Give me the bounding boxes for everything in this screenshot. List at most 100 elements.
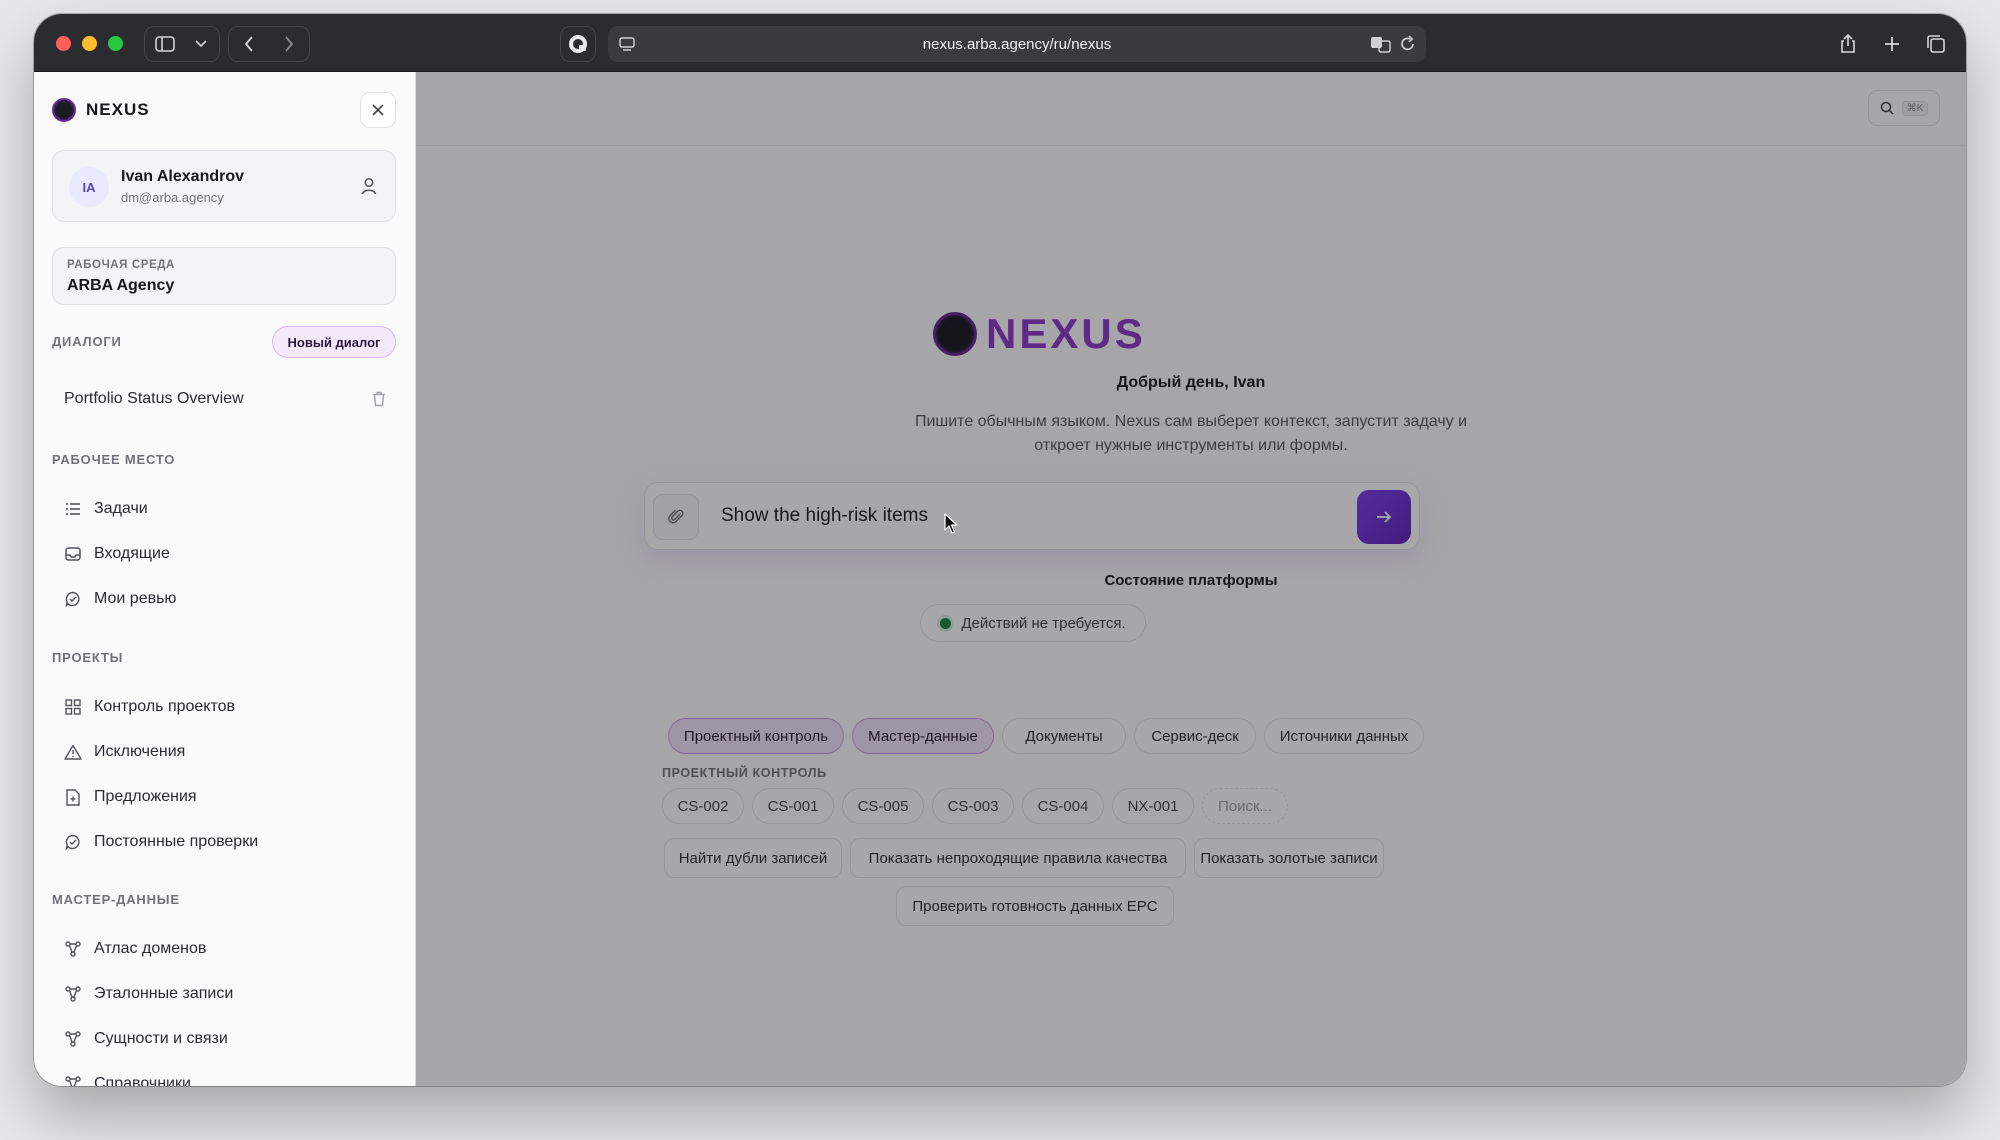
sidebar-item-proposals[interactable]: Предложения: [64, 780, 396, 814]
master-data-section-title: МАСТЕР-ДАННЫЕ: [52, 892, 180, 907]
page-settings-icon[interactable]: [618, 35, 636, 58]
action-failing-quality-rules[interactable]: Показать непроходящие правила качества: [850, 838, 1186, 878]
action-epc-readiness[interactable]: Проверить готовность данных EPC: [896, 886, 1174, 926]
list-icon: [64, 500, 82, 518]
sidebar-item-references[interactable]: Справочники: [64, 1067, 396, 1086]
sidebar-item-label: Контроль проектов: [94, 698, 236, 715]
dialog-item[interactable]: Portfolio Status Overview: [64, 384, 396, 414]
trash-icon[interactable]: [372, 391, 386, 407]
sidebar-item-project-control[interactable]: Контроль проектов: [64, 690, 396, 724]
prompt-composer[interactable]: Show the high-risk items: [644, 482, 1420, 550]
new-tab-button[interactable]: [1872, 26, 1912, 62]
category-chip-data-sources[interactable]: Источники данных: [1264, 718, 1424, 754]
close-icon: [372, 104, 384, 116]
graph-icon: [64, 940, 82, 958]
nexus-logo-icon: [52, 98, 76, 122]
sidebar-item-label: Исключения: [94, 743, 186, 760]
share-button[interactable]: [1828, 26, 1868, 62]
workplace-section-title: РАБОЧЕЕ МЕСТО: [52, 452, 176, 467]
workspace-value: ARBA Agency: [67, 277, 175, 294]
address-bar[interactable]: nexus.arba.agency/ru/nexus: [608, 26, 1426, 62]
sidebar-item-label: Входящие: [94, 545, 170, 562]
tab-overview-button[interactable]: [1916, 26, 1956, 62]
hint-line: Пишите обычным языком. Nexus сам выберет…: [914, 413, 1468, 430]
hint-text: Пишите обычным языком. Nexus сам выберет…: [726, 410, 1656, 458]
project-code-chip[interactable]: NX-001: [1112, 788, 1194, 824]
key-lock-icon: [569, 35, 587, 53]
project-code-chip[interactable]: CS-003: [932, 788, 1014, 824]
main-topbar: ⌘K: [416, 72, 1966, 146]
plus-icon: [1885, 37, 1899, 51]
paperclip-icon: [668, 509, 684, 524]
send-button[interactable]: [1357, 490, 1411, 544]
global-search-button[interactable]: ⌘K: [1868, 90, 1940, 126]
zoom-window-button[interactable]: [108, 36, 123, 51]
sidebar-item-domain-atlas[interactable]: Атлас доменов: [64, 932, 396, 966]
projects-section-title: ПРОЕКТЫ: [52, 650, 124, 665]
sidebar-item-reviews[interactable]: Мои ревью: [64, 582, 396, 616]
user-icon[interactable]: [361, 177, 377, 195]
minimize-window-button[interactable]: [82, 36, 97, 51]
close-window-button[interactable]: [56, 36, 71, 51]
file-plus-icon: [64, 788, 82, 806]
password-manager-button[interactable]: [560, 26, 596, 62]
close-sidebar-button[interactable]: [360, 92, 396, 128]
brand-name: NEXUS: [86, 100, 150, 119]
address-actions: [1370, 35, 1416, 53]
graph-icon: [64, 1075, 82, 1086]
new-dialog-button[interactable]: Новый диалог: [272, 326, 396, 358]
mouse-cursor-icon: [944, 513, 958, 534]
back-button[interactable]: [229, 26, 269, 62]
chat-check-icon: [64, 590, 82, 608]
arrow-right-icon: [1377, 511, 1392, 523]
sidebar-item-label: Задачи: [94, 500, 148, 517]
sidebar-item-standing-checks[interactable]: Постоянные проверки: [64, 825, 396, 859]
reload-icon[interactable]: [1400, 35, 1416, 53]
project-code-chip[interactable]: CS-004: [1022, 788, 1104, 824]
user-email: dm@arba.agency: [121, 190, 224, 205]
status-ok-icon: [940, 617, 952, 629]
tab-groups-dropdown[interactable]: [185, 26, 217, 62]
sidebar-item-entities[interactable]: Сущности и связи: [64, 1022, 396, 1056]
forward-button[interactable]: [269, 26, 309, 62]
workspace-selector[interactable]: РАБОЧАЯ СРЕДА ARBA Agency: [52, 247, 396, 305]
project-code-chip[interactable]: CS-002: [662, 788, 744, 824]
sidebar-item-tasks[interactable]: Задачи: [64, 492, 396, 526]
dialogs-section-title: ДИАЛОГИ: [52, 334, 122, 349]
category-chip-documents[interactable]: Документы: [1002, 718, 1126, 754]
sidebar-item-label: Эталонные записи: [94, 985, 234, 1002]
translate-icon[interactable]: [1370, 35, 1392, 53]
sidebar-item-label: Мои ревью: [94, 590, 177, 607]
sidebar-item-exceptions[interactable]: Исключения: [64, 735, 396, 769]
search-shortcut: ⌘K: [1901, 100, 1929, 116]
project-code-chip[interactable]: CS-005: [842, 788, 924, 824]
graph-icon: [64, 985, 82, 1003]
browser-right-actions: [1828, 26, 1956, 62]
sidebar-icon: [155, 36, 175, 52]
category-chip-master-data[interactable]: Мастер-данные: [852, 718, 994, 754]
platform-status-badge: Действий не требуется.: [920, 604, 1146, 642]
browser-window: nexus.arba.agency/ru/nexus NEXUS IA Ivan…: [34, 14, 1966, 1086]
status-text: Действий не требуется.: [961, 614, 1126, 632]
attach-button[interactable]: [653, 494, 699, 540]
sidebar-item-inbox[interactable]: Входящие: [64, 537, 396, 571]
greeting: Добрый день, Ivan: [1116, 374, 1266, 391]
category-chip-service-desk[interactable]: Сервис-деск: [1134, 718, 1256, 754]
project-code-search[interactable]: Поиск...: [1202, 788, 1288, 824]
hero-title: NEXUS: [986, 310, 1146, 357]
dialog-label: Portfolio Status Overview: [64, 390, 244, 407]
sidebar-item-golden-records[interactable]: Эталонные записи: [64, 977, 396, 1011]
action-golden-records[interactable]: Показать золотые записи: [1194, 838, 1384, 878]
sidebar-item-label: Атлас доменов: [94, 940, 207, 957]
avatar: IA: [69, 167, 109, 207]
action-find-duplicates[interactable]: Найти дубли записей: [664, 838, 842, 878]
history-nav-group: [228, 26, 310, 62]
sidebar-toggle-button[interactable]: [145, 26, 185, 62]
user-card[interactable]: IA Ivan Alexandrov dm@arba.agency: [52, 150, 396, 222]
graph-icon: [64, 1030, 82, 1048]
brand[interactable]: NEXUS: [52, 98, 150, 122]
category-chip-project-control[interactable]: Проектный контроль: [668, 718, 844, 754]
platform-status-title: Состояние платформы: [1104, 572, 1278, 589]
project-code-chip[interactable]: CS-001: [752, 788, 834, 824]
prompt-input[interactable]: Show the high-risk items: [721, 505, 928, 527]
